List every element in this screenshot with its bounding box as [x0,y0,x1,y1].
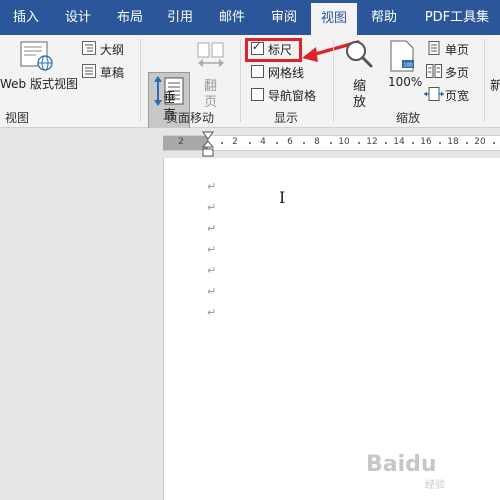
magnifier-icon [346,41,373,68]
outline-label: 大纲 [100,43,125,57]
ruler-tick-label: 4 [260,137,266,147]
ruler-dot [303,142,305,144]
ruler-dot [358,142,360,144]
zoom-group-label: 缩放 [395,111,420,125]
group-divider [484,39,485,122]
ruler-tick-label: 14 [393,137,405,147]
zoom-label-2: 放 [353,95,367,110]
multi-page-label: 多页 [445,66,470,80]
ribbon: Web 版式视图 大纲 草稿 视图 垂 直 翻 页 页面移动 ✓ 标尺 网格线 … [0,35,500,142]
one-page-icon [428,41,440,55]
paragraph-mark: ↵ [207,306,217,319]
ruler-dot [249,142,251,144]
ruler-dot [330,142,332,144]
ruler-tick-label: 2 [178,137,184,147]
tab-mailings[interactable]: 邮件 [210,0,254,35]
nav-pane-label: 导航窗格 [268,89,317,103]
paragraph-mark: ↵ [207,180,217,193]
paragraph-mark: ↵ [207,285,217,298]
ruler-tick-label: 10 [338,137,350,147]
draft-icon [82,64,96,78]
show-group-label: 显示 [273,111,298,125]
ruler-dot [439,142,441,144]
ruler-dot [276,142,278,144]
tab-review[interactable]: 审阅 [262,0,306,35]
paragraph-mark: ↵ [207,243,217,256]
paragraph-mark: ↵ [207,264,217,277]
flip-icon [197,42,224,67]
page-move-group-label: 页面移动 [165,111,214,125]
zoom-100-icon: 100 [390,40,414,72]
group-divider [240,39,241,122]
indent-marker-icon[interactable] [201,131,215,158]
ruler-dot [466,142,468,144]
ruler-dot [493,142,495,144]
web-layout-label: Web 版式视图 [0,77,78,91]
ribbon-tab-bar: 插入 设计 布局 引用 邮件 审阅 视图 帮助 PDF工具集 [0,0,500,35]
page-width-icon [424,87,444,101]
ruler-tick-label: 6 [287,137,293,147]
draft-label: 草稿 [100,66,125,80]
page-width-label: 页宽 [445,89,470,103]
nav-pane-checkbox[interactable] [251,88,264,101]
web-layout-icon [20,41,53,71]
tab-design[interactable]: 设计 [56,0,100,35]
gridlines-checkbox[interactable] [251,65,264,78]
ruler-dot [221,142,223,144]
ruler-tick-label: 16 [420,137,432,147]
highlight-box [245,38,302,62]
ruler-tick-label: 8 [314,137,320,147]
flip-label-2: 页 [204,95,218,110]
watermark-sub: 经验 [425,480,445,491]
group-divider [333,39,334,122]
new-window-label-partial[interactable]: 新 [490,75,500,94]
ruler-tick-label: 12 [366,137,378,147]
watermark-text: Baidu [366,452,437,477]
svg-text:100: 100 [403,63,412,69]
zoom-100-label: 100% [388,75,423,89]
tab-insert[interactable]: 插入 [4,0,48,35]
outline-icon [82,41,96,55]
paragraph-mark: ↵ [207,201,217,214]
tab-view[interactable]: 视图 [311,3,357,35]
group-divider [140,39,141,122]
ruler-dot [412,142,414,144]
view-group-label: 视图 [4,111,29,125]
document-page[interactable]: ↵ ↵ ↵ ↵ ↵ ↵ ↵ I [163,158,500,500]
tab-help[interactable]: 帮助 [362,0,406,35]
tab-layout[interactable]: 布局 [108,0,152,35]
ruler-tick-label: 18 [447,137,459,147]
one-page-label: 单页 [445,43,470,57]
tab-references[interactable]: 引用 [158,0,202,35]
tab-pdf-tools[interactable]: PDF工具集 [414,0,500,35]
multi-page-icon [426,64,442,78]
ruler-tick-label: 2 [232,137,238,147]
paragraph-mark: ↵ [207,222,217,235]
gridlines-label: 网格线 [268,66,305,80]
ruler-tick-label: 20 [474,137,486,147]
ruler-dot [385,142,387,144]
text-cursor-icon: I [279,188,286,207]
